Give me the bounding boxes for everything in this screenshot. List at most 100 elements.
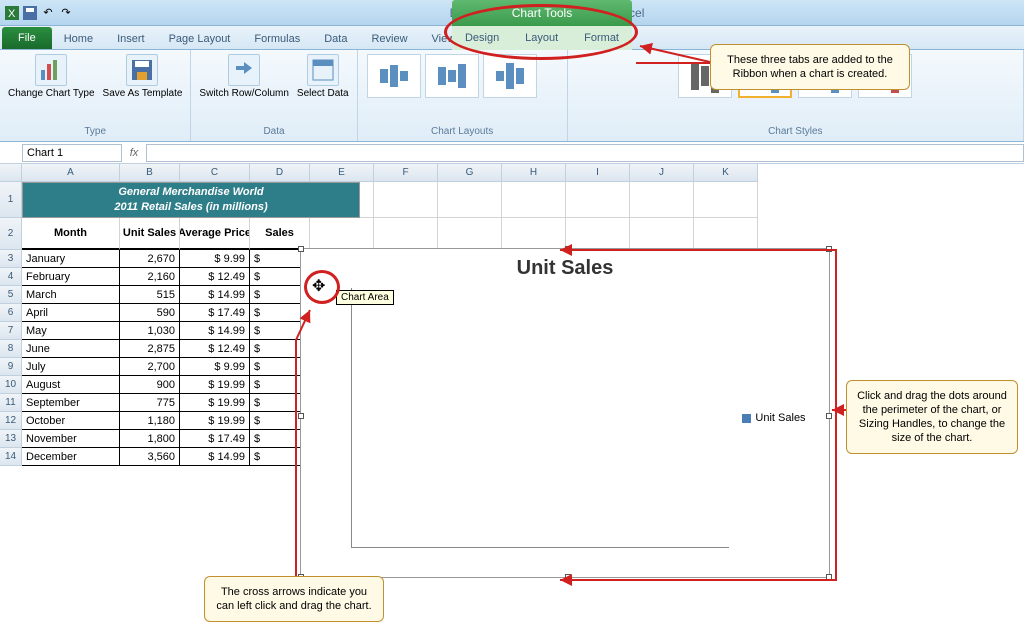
cell[interactable]: $ 9.99 — [180, 358, 250, 376]
cell[interactable]: April — [22, 304, 120, 322]
cell[interactable]: 2,670 — [120, 250, 180, 268]
cell[interactable]: January — [22, 250, 120, 268]
name-box[interactable]: Chart 1 — [22, 144, 122, 162]
cell[interactable]: $ 9.99 — [180, 250, 250, 268]
cell[interactable]: 2,160 — [120, 268, 180, 286]
column-header[interactable]: C — [180, 164, 250, 182]
cell[interactable]: September — [22, 394, 120, 412]
cell[interactable]: 1,030 — [120, 322, 180, 340]
cell[interactable]: $ 12.49 — [180, 268, 250, 286]
cell[interactable]: February — [22, 268, 120, 286]
column-header[interactable]: B — [120, 164, 180, 182]
row-header[interactable]: 9 — [0, 358, 22, 376]
tab-design[interactable]: Design — [457, 30, 507, 46]
row-header[interactable]: 8 — [0, 340, 22, 358]
excel-icon[interactable]: X — [4, 5, 20, 21]
cell[interactable]: $ 14.99 — [180, 322, 250, 340]
save-as-template-button[interactable]: Save As Template — [103, 54, 183, 99]
change-chart-type-button[interactable]: Change Chart Type — [8, 54, 95, 99]
column-header[interactable]: I — [566, 164, 630, 182]
sizing-handle[interactable] — [298, 246, 304, 252]
column-header[interactable]: G — [438, 164, 502, 182]
save-icon[interactable] — [22, 5, 38, 21]
cell[interactable]: 2,875 — [120, 340, 180, 358]
row-header[interactable]: 11 — [0, 394, 22, 412]
sizing-handle[interactable] — [565, 574, 571, 580]
cell[interactable]: August — [22, 376, 120, 394]
tab-insert[interactable]: Insert — [105, 29, 157, 49]
cell[interactable]: $ 14.99 — [180, 448, 250, 466]
row-header[interactable]: 13 — [0, 430, 22, 448]
formula-bar-row: Chart 1 fx — [0, 142, 1024, 164]
cell[interactable]: 590 — [120, 304, 180, 322]
row-header[interactable]: 4 — [0, 268, 22, 286]
column-header[interactable]: J — [630, 164, 694, 182]
cell[interactable]: 900 — [120, 376, 180, 394]
chart-layout-thumb[interactable] — [425, 54, 479, 98]
sizing-handle[interactable] — [298, 413, 304, 419]
chart-layout-thumb[interactable] — [367, 54, 421, 98]
tab-page-layout[interactable]: Page Layout — [157, 29, 243, 49]
cell[interactable]: 775 — [120, 394, 180, 412]
table-header-cell[interactable]: Average Price — [180, 218, 250, 250]
redo-icon[interactable]: ↷ — [58, 5, 74, 21]
formula-bar[interactable] — [146, 144, 1024, 162]
chart-title[interactable]: Unit Sales — [301, 249, 829, 288]
sizing-handle[interactable] — [826, 246, 832, 252]
chart-tools-tabs: Design Layout Format — [452, 26, 632, 50]
column-header[interactable]: A — [22, 164, 120, 182]
cell[interactable]: 515 — [120, 286, 180, 304]
cell[interactable]: October — [22, 412, 120, 430]
tab-data[interactable]: Data — [312, 29, 359, 49]
ribbon-group-data: Switch Row/Column Select Data Data — [191, 50, 357, 141]
select-data-button[interactable]: Select Data — [297, 54, 349, 99]
cell[interactable]: $ 17.49 — [180, 304, 250, 322]
tab-home[interactable]: Home — [52, 29, 105, 49]
row-header[interactable]: 14 — [0, 448, 22, 466]
file-tab[interactable]: File — [2, 27, 52, 49]
sizing-handle[interactable] — [565, 246, 571, 252]
tab-format[interactable]: Format — [576, 30, 627, 46]
sizing-handle[interactable] — [826, 574, 832, 580]
chart-plot-area[interactable] — [351, 288, 729, 548]
cell[interactable]: $ 19.99 — [180, 376, 250, 394]
row-header[interactable]: 7 — [0, 322, 22, 340]
cell[interactable]: November — [22, 430, 120, 448]
cell[interactable]: 1,800 — [120, 430, 180, 448]
chart-layout-thumb[interactable] — [483, 54, 537, 98]
column-header[interactable]: K — [694, 164, 758, 182]
table-header-cell[interactable]: Month — [22, 218, 120, 250]
tab-formulas[interactable]: Formulas — [242, 29, 312, 49]
switch-row-column-button[interactable]: Switch Row/Column — [199, 54, 288, 99]
cell[interactable]: March — [22, 286, 120, 304]
column-header[interactable]: E — [310, 164, 374, 182]
cell[interactable]: 3,560 — [120, 448, 180, 466]
table-header-cell[interactable]: Unit Sales — [120, 218, 180, 250]
column-header[interactable]: F — [374, 164, 438, 182]
chart-legend[interactable]: Unit Sales — [729, 288, 819, 548]
column-header[interactable]: H — [502, 164, 566, 182]
cell[interactable]: June — [22, 340, 120, 358]
row-header[interactable]: 10 — [0, 376, 22, 394]
cell[interactable]: $ 19.99 — [180, 412, 250, 430]
row-header[interactable]: 3 — [0, 250, 22, 268]
cell[interactable]: $ 14.99 — [180, 286, 250, 304]
cell[interactable]: May — [22, 322, 120, 340]
select-all-corner[interactable] — [0, 164, 22, 182]
column-header[interactable]: D — [250, 164, 310, 182]
cell[interactable]: December — [22, 448, 120, 466]
row-header[interactable]: 12 — [0, 412, 22, 430]
row-header[interactable]: 6 — [0, 304, 22, 322]
cell[interactable]: 1,180 — [120, 412, 180, 430]
cell[interactable]: July — [22, 358, 120, 376]
cell[interactable]: $ 19.99 — [180, 394, 250, 412]
cell[interactable]: $ 17.49 — [180, 430, 250, 448]
undo-icon[interactable]: ↶ — [40, 5, 56, 21]
tab-review[interactable]: Review — [359, 29, 419, 49]
cell[interactable]: 2,700 — [120, 358, 180, 376]
cell[interactable]: $ 12.49 — [180, 340, 250, 358]
sizing-handle[interactable] — [826, 413, 832, 419]
fx-icon[interactable]: fx — [122, 147, 146, 159]
tab-layout[interactable]: Layout — [517, 30, 566, 46]
row-header[interactable]: 5 — [0, 286, 22, 304]
